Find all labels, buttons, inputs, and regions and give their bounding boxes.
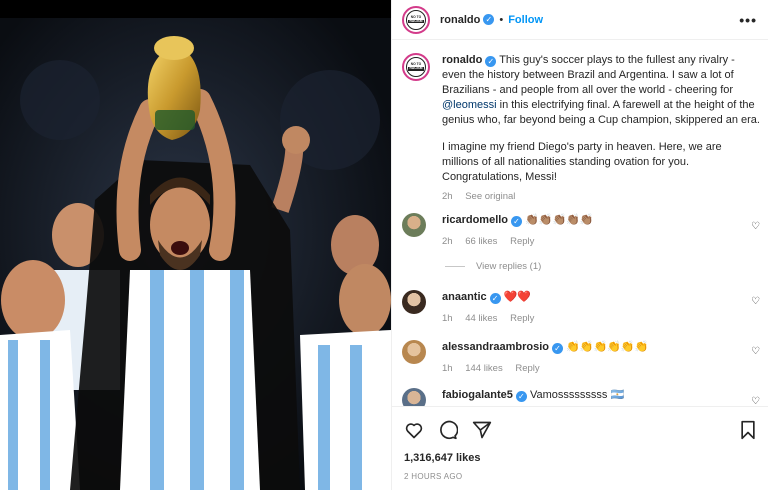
caption-avatar[interactable]: NO TO RACISM [402,53,430,81]
caption-username[interactable]: ronaldo [442,54,482,66]
logo-text-bar: RACISM [408,18,424,24]
logo-text-bar-small: RACISM [408,66,424,71]
commenter-avatar[interactable] [402,290,426,314]
bookmark-icon[interactable] [739,420,757,440]
comment-meta: 1h 44 likes Reply [442,311,760,326]
comment-meta: 2h 66 likes Reply [442,234,760,249]
account-avatar[interactable]: NO TO RACISM [402,5,430,34]
likes-count[interactable]: 1,316,647 likes [404,452,480,464]
comment-body: anaantic ✓ ❤️❤️ 1h 44 likes Reply [442,290,760,326]
comment-time: 1h [442,363,453,374]
caption: NO TO RACISM ronaldo ✓ This guy's soccer … [402,53,760,204]
comment-text: 👏👏👏👏👏👏 [566,341,649,353]
comment-item: anaantic ✓ ❤️❤️ 1h 44 likes Reply [402,290,760,326]
comment-likes[interactable]: 144 likes [465,363,503,374]
comment-username[interactable]: ricardomello [442,214,508,226]
comment-likes[interactable]: 66 likes [465,236,497,247]
caption-paragraph-2: I imagine my friend Diego's party in hea… [442,141,722,183]
comment-username[interactable]: fabiogalante5 [442,389,513,401]
comment-item: ricardomello ✓ 👏🏽👏🏽👏🏽👏🏽👏🏽 2h 66 likes Rep… [402,213,760,249]
comment-like-heart-icon[interactable]: ♡ [751,221,760,232]
more-options-icon[interactable]: ••• [739,12,757,28]
comment-verified-badge-icon: ✓ [489,293,501,304]
reply-button[interactable]: Reply [510,236,534,247]
comment-bubble-icon[interactable] [438,420,458,440]
comment-like-heart-icon[interactable]: ♡ [751,296,760,307]
reply-button[interactable]: Reply [510,313,534,324]
follow-button[interactable]: Follow [508,14,543,26]
post-timestamp: 2 HOURS AGO [404,472,463,481]
post-photo[interactable] [0,0,391,490]
comment-verified-badge-icon: ✓ [552,343,563,354]
post-details-panel: NO TO RACISM ronaldo ✓ • Follow ••• NO T… [391,0,768,490]
comment-username[interactable]: alessandraambrosio [442,341,549,353]
comment-body: fabiogalante5 ✓ Vamosssssssss 🇦🇷 [442,388,760,406]
commenter-avatar[interactable] [402,340,426,364]
comment-text: Vamosssssssss 🇦🇷 [529,389,625,401]
paper-plane-icon[interactable] [472,420,492,440]
instagram-post: NO TO RACISM ronaldo ✓ • Follow ••• NO T… [0,0,768,490]
post-actions-bar: 1,316,647 likes 2 HOURS AGO [392,406,768,490]
view-replies-button[interactable]: View replies (1) [445,261,541,272]
caption-meta: 2h See original [442,189,760,204]
action-icons [404,420,492,440]
commenter-avatar[interactable] [402,213,426,237]
post-header: NO TO RACISM ronaldo ✓ • Follow ••• [392,0,768,40]
separator-dot: • [499,13,504,26]
comment-item: alessandraambrosio ✓ 👏👏👏👏👏👏 1h 144 likes … [402,340,760,376]
comment-username[interactable]: anaantic [442,291,487,303]
comment-verified-badge-icon: ✓ [515,391,527,402]
like-heart-icon[interactable] [404,420,424,440]
comment-item: fabiogalante5 ✓ Vamosssssssss 🇦🇷 [402,388,760,406]
comment-meta: 1h 144 likes Reply [442,361,760,376]
reply-button[interactable]: Reply [515,363,539,374]
comments-scroll-area[interactable]: NO TO RACISM ronaldo ✓ This guy's soccer … [392,41,768,406]
no-to-racism-logo-small: NO TO RACISM [406,57,426,77]
comment-text: ❤️❤️ [503,291,532,303]
verified-badge-icon: ✓ [483,14,495,25]
caption-time: 2h [442,191,453,202]
comment-text: 👏🏽👏🏽👏🏽👏🏽👏🏽 [525,214,594,226]
caption-verified-badge-icon: ✓ [485,56,497,67]
comment-like-heart-icon[interactable]: ♡ [751,396,760,406]
comment-time: 1h [442,313,453,324]
comment-body: alessandraambrosio ✓ 👏👏👏👏👏👏 1h 144 likes … [442,340,760,376]
no-to-racism-logo: NO TO RACISM [406,9,426,30]
view-replies-line [445,266,465,267]
comment-likes[interactable]: 44 likes [465,313,497,324]
save-button[interactable] [739,420,757,443]
comment-like-heart-icon[interactable]: ♡ [751,346,760,357]
commenter-avatar[interactable] [402,388,426,406]
comment-time: 2h [442,236,453,247]
view-replies-label: View replies (1) [476,261,542,272]
see-original-link[interactable]: See original [465,191,515,202]
comment-body: ricardomello ✓ 👏🏽👏🏽👏🏽👏🏽👏🏽 2h 66 likes Rep… [442,213,760,249]
comment-verified-badge-icon: ✓ [511,216,523,227]
account-username[interactable]: ronaldo [440,14,480,26]
caption-body: ronaldo ✓ This guy's soccer plays to the … [442,53,760,204]
mention-link[interactable]: @leomessi [442,99,497,111]
celebration-photo-illustration [0,18,391,490]
